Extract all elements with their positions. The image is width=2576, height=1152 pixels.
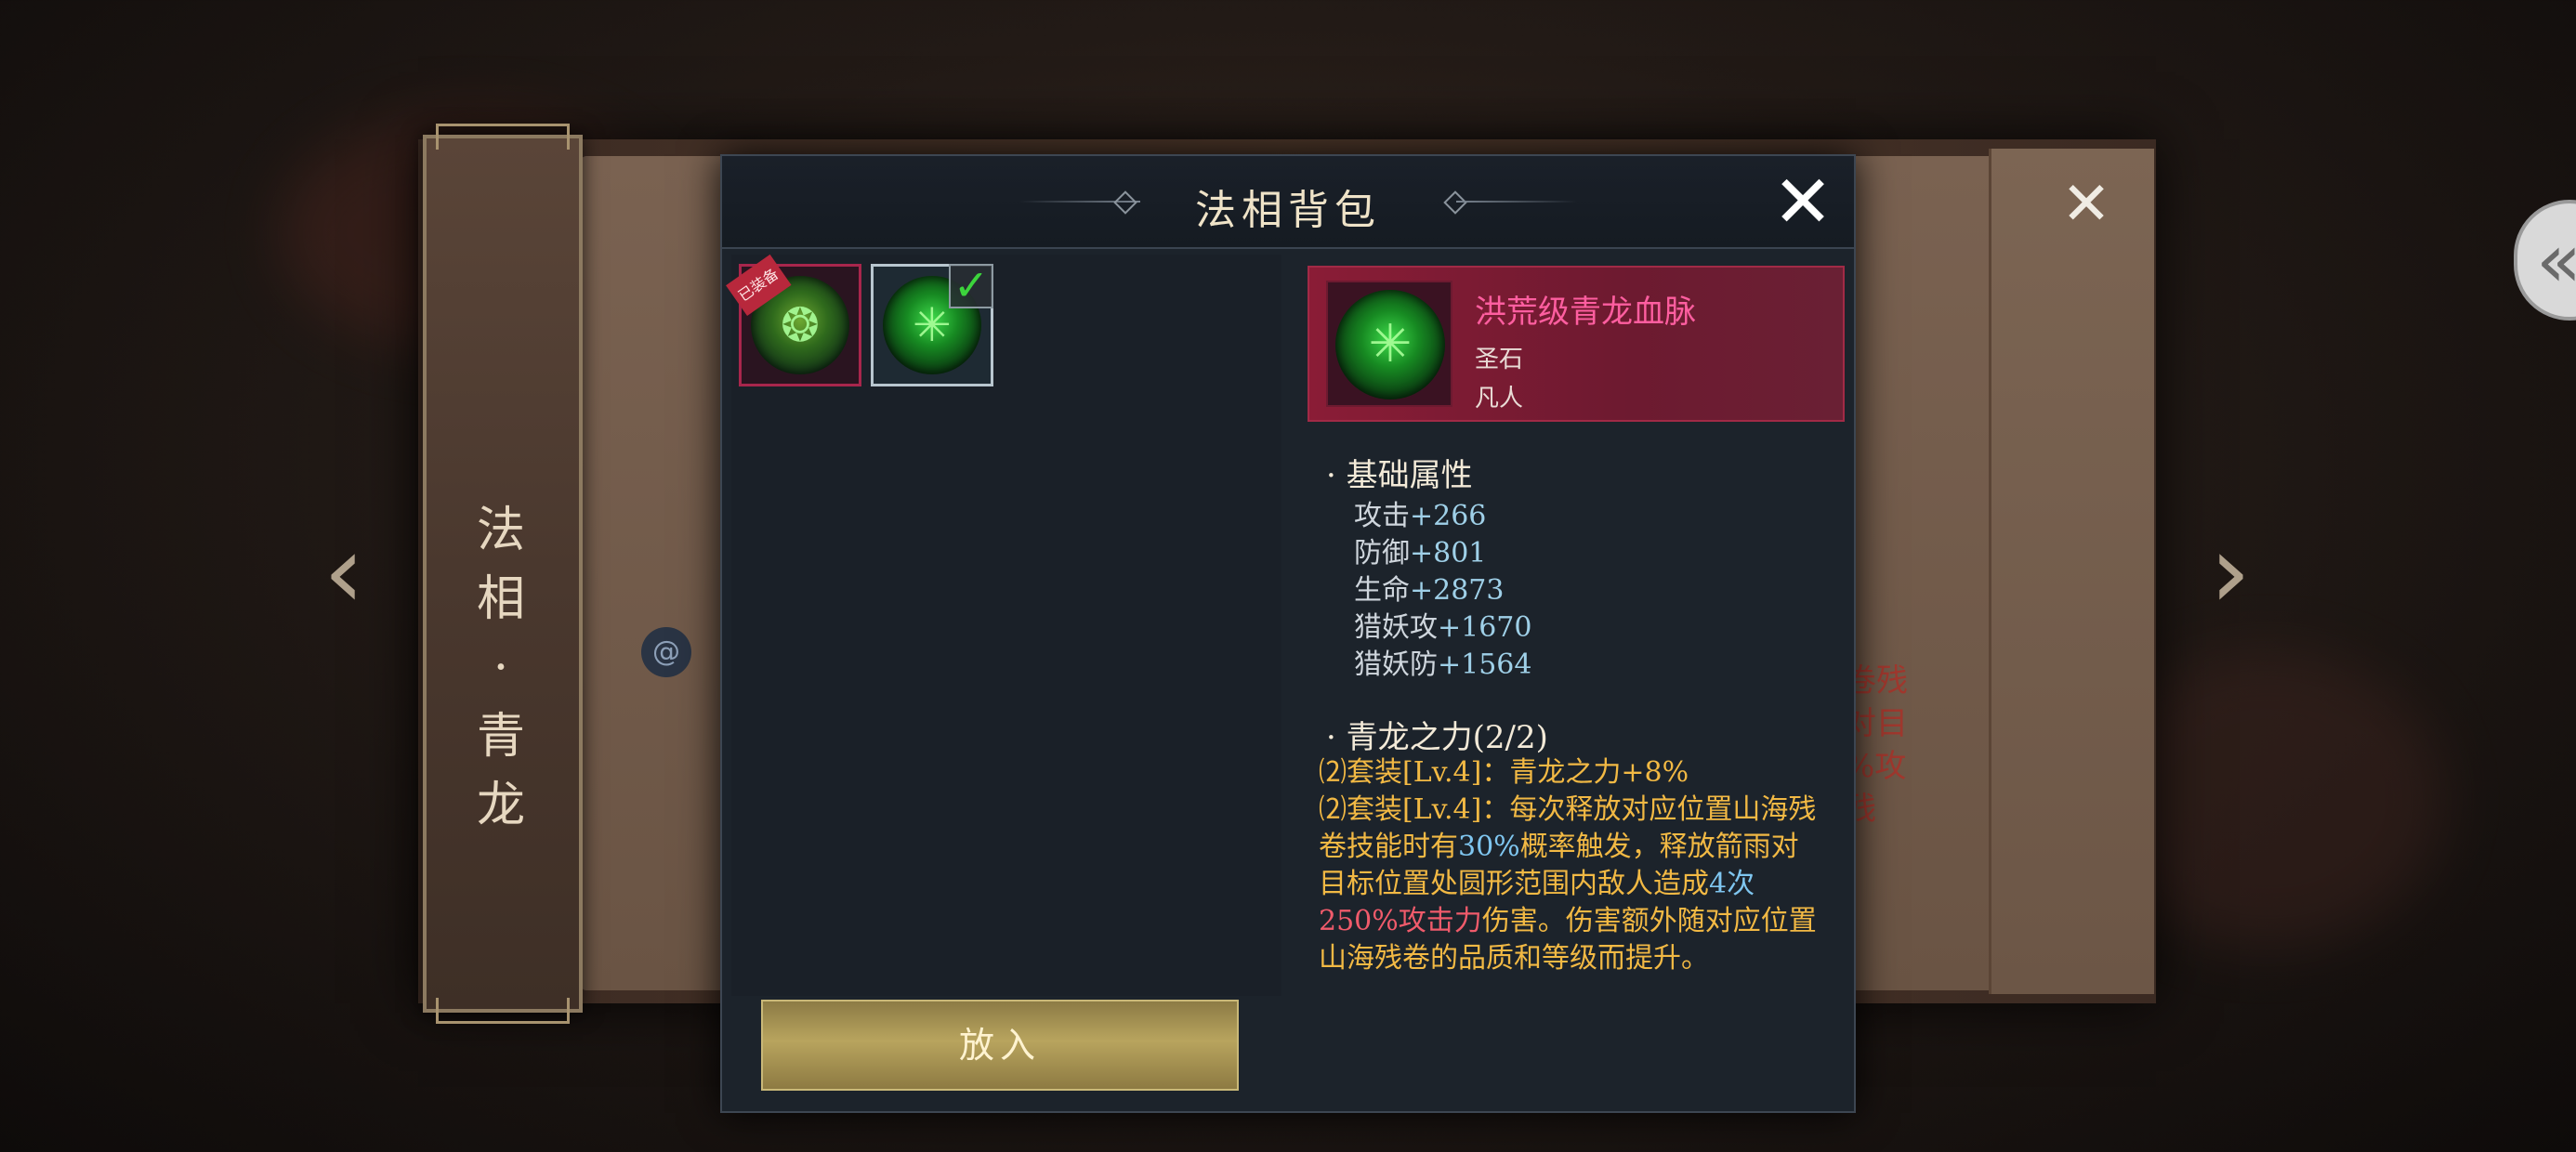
item-icon: ✳: [1326, 281, 1452, 407]
chevron-right-icon[interactable]: ›: [2202, 520, 2258, 622]
item-name: 洪荒级青龙血脉: [1475, 294, 1696, 331]
set-bonus-line: ⑵套装[Lv.4]：青龙之力+8%: [1319, 756, 1689, 789]
checkmark-icon: ✓: [949, 264, 993, 308]
swirl-seal-icon[interactable]: @: [641, 627, 691, 677]
base-attributes-heading: · 基础属性: [1326, 457, 1473, 494]
item-detail-panel[interactable]: ✳ 洪荒级青龙血脉 圣石 凡人 · 基础属性 攻击+266 防御+801 生命+…: [1308, 266, 1847, 1009]
bag-modal: 法相背包 ✕ ❂ 已装备 ✳ ✓ 放入 ✳ 洪荒级青龙血脉 圣石 凡人 · 基础…: [720, 154, 1856, 1113]
stat-demon-defense: 猎妖防+1564: [1354, 648, 1532, 681]
title-scroll: 法 相 · 青 龙: [423, 124, 583, 1024]
modal-title: 法相背包: [1195, 187, 1381, 234]
title-divider: [1456, 201, 1577, 203]
side-tab-button[interactable]: «: [2514, 200, 2576, 321]
double-chevron-left-icon: «: [2536, 215, 2576, 308]
scroll-title: 法 相 · 青 龙: [476, 503, 529, 833]
background-right-panel: [1989, 149, 2154, 994]
item-card: ✳ 洪荒级青龙血脉 圣石 凡人: [1308, 266, 1845, 422]
inventory-slot[interactable]: ❂ 已装备: [726, 254, 861, 386]
stat-demon-attack: 猎妖攻+1670: [1354, 611, 1532, 644]
chevron-left-icon[interactable]: ‹: [316, 520, 372, 622]
stat-attack: 攻击+266: [1354, 500, 1487, 532]
close-icon[interactable]: ✕: [2058, 175, 2114, 234]
set-bonus-heading: · 青龙之力(2/2): [1326, 719, 1548, 756]
inventory-grid: ❂ 已装备 ✳ ✓: [726, 254, 1281, 996]
stat-health: 生命+2873: [1354, 574, 1505, 607]
stat-defense: 防御+801: [1354, 537, 1487, 569]
put-in-button[interactable]: 放入: [761, 1000, 1239, 1091]
modal-header: 法相背包 ✕: [722, 156, 1854, 249]
close-icon[interactable]: ✕: [1768, 166, 1838, 240]
inventory-slot-selected[interactable]: ✳ ✓: [871, 264, 993, 386]
item-rank: 凡人: [1475, 385, 1524, 412]
item-type: 圣石: [1475, 346, 1524, 373]
set-bonus-description: ⑵套装[Lv.4]：每次释放对应位置山海残卷技能时有30%概率触发，释放箭雨对目…: [1319, 793, 1817, 975]
scroll-fade: [1308, 981, 1847, 1009]
green-orb-icon: ✳: [1335, 290, 1445, 399]
